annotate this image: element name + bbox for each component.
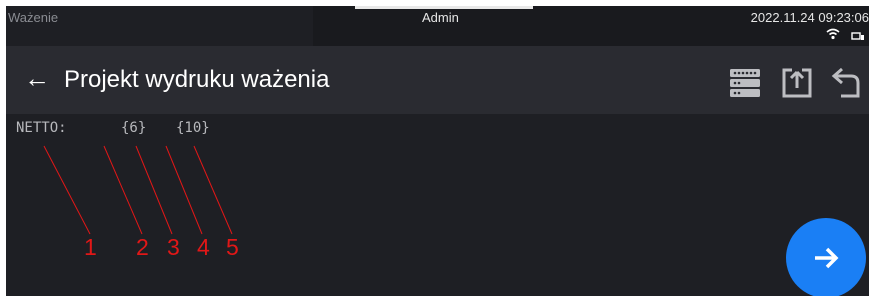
database-icon[interactable]: [728, 66, 762, 100]
print-template-area[interactable]: NETTO: {6} {10} 1 2 3 4 5: [6, 114, 869, 296]
arrow-right-icon: [815, 247, 839, 269]
annotation-number-2: 2: [136, 234, 149, 260]
device-icon: [851, 32, 864, 40]
annotation-line-1: [43, 145, 91, 235]
mode-label: Ważenie: [8, 10, 59, 25]
status-bar: Ważenie Admin 2022.11.24 09:23:06: [6, 6, 869, 46]
annotation-line-4: [165, 145, 203, 235]
annotation-number-1: 1: [84, 234, 97, 260]
import-icon[interactable]: [780, 66, 814, 100]
page-title: Projekt wydruku ważenia: [64, 66, 330, 93]
screen: Ważenie Admin 2022.11.24 09:23:06 ← Proj…: [6, 6, 869, 296]
annotation-lines: [43, 145, 233, 235]
header-bar: ← Projekt wydruku ważenia: [6, 46, 869, 114]
annotation-number-5: 5: [226, 234, 239, 260]
user-name: Admin: [422, 10, 459, 25]
annotation-line-2: [103, 145, 143, 235]
annotation-line-5: [193, 145, 233, 235]
back-button[interactable]: ←: [24, 65, 50, 91]
export-icon[interactable]: [829, 66, 863, 100]
next-button[interactable]: [786, 218, 866, 296]
annotation-number-4: 4: [197, 234, 210, 260]
wifi-icon: [826, 28, 840, 40]
annotation-line-3: [135, 145, 173, 235]
top-indicator: [355, 6, 533, 9]
annotation-number-3: 3: [167, 234, 180, 260]
datetime: 2022.11.24 09:23:06: [750, 10, 869, 25]
